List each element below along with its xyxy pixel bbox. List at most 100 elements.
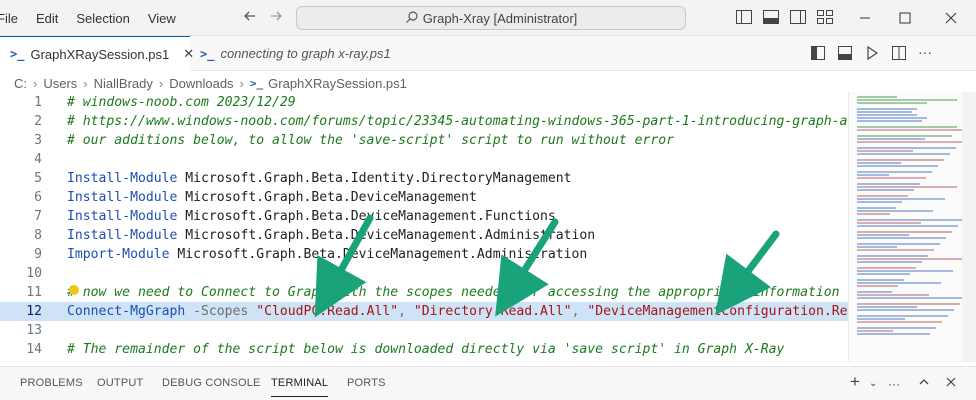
chevron-right-icon: › <box>83 75 88 91</box>
minimap-line <box>857 153 950 155</box>
breadcrumb-users[interactable]: Users <box>43 76 77 91</box>
tab-ports[interactable]: PORTS <box>347 377 386 389</box>
title-bar: File Edit Selection View Graph-Xray [Adm… <box>0 0 976 36</box>
tab-label: connecting to graph x-ray.ps1 <box>220 46 391 61</box>
code-text: Connect-MgGraph -Scopes "CloudPC.Read.Al… <box>67 302 871 321</box>
menu-file[interactable]: File <box>0 11 27 26</box>
minimap-line <box>857 165 938 167</box>
code-token: "DeviceManagementConfiguration.ReadW <box>587 304 872 319</box>
minimap-line <box>857 279 904 281</box>
code-line[interactable]: 12 Connect-MgGraph -Scopes "CloudPC.Read.… <box>0 302 871 321</box>
more-actions-icon[interactable]: ··· <box>918 45 936 61</box>
plus-icon[interactable]: + <box>850 372 860 392</box>
menu-bar: File Edit Selection View <box>0 0 185 36</box>
line-number: 7 <box>34 209 42 224</box>
toggle-secondary-sidebar-icon[interactable] <box>790 10 806 24</box>
menu-selection[interactable]: Selection <box>67 11 138 26</box>
code-token: Microsoft.Graph.Beta.DeviceManagement.Ad… <box>169 247 588 262</box>
code-line[interactable]: 14 # The remainder of the script below is… <box>0 340 848 359</box>
minimap-line <box>857 255 928 257</box>
minimap-line <box>857 318 905 320</box>
minimap-line <box>857 243 940 245</box>
code-line[interactable]: 1 # windows-noob.com 2023/12/29 <box>0 93 848 112</box>
split-editor-icon[interactable] <box>891 45 909 61</box>
code-line[interactable]: 7 Install-Module Microsoft.Graph.Beta.Dev… <box>0 207 848 226</box>
command-center-search[interactable]: Graph-Xray [Administrator] <box>296 6 686 30</box>
code-token: Install-Module <box>67 209 178 224</box>
minimap[interactable] <box>848 92 962 362</box>
code-line[interactable]: 10 <box>0 264 848 283</box>
toggle-panel-icon[interactable] <box>763 10 779 24</box>
minimap-line <box>857 231 952 233</box>
minimap-line <box>857 189 914 191</box>
line-number: 11 <box>26 285 42 300</box>
breadcrumb-downloads[interactable]: Downloads <box>169 76 233 91</box>
back-arrow-icon[interactable] <box>240 8 260 28</box>
editor-scrollbar[interactable] <box>962 92 976 362</box>
code-text: # The remainder of the script below is d… <box>67 340 784 359</box>
tab-debug-console[interactable]: DEBUG CONSOLE <box>162 377 261 389</box>
menu-view[interactable]: View <box>139 11 185 26</box>
tab-graphxraysession[interactable]: >_ GraphXRaySession.ps1 ✕ <box>0 36 194 71</box>
tab-connecting-to-graph[interactable]: >_ connecting to graph x-ray.ps1 <box>190 36 410 71</box>
code-editor[interactable]: 1 # windows-noob.com 2023/12/29 2 # https:/… <box>0 92 871 362</box>
code-line[interactable]: 6 Install-Module Microsoft.Graph.Beta.Dev… <box>0 188 848 207</box>
code-line[interactable]: 2 # https://www.windows-noob.com/forums/t… <box>0 112 871 131</box>
minimap-line <box>857 117 927 119</box>
toggle-panel-layout-icon[interactable] <box>810 45 828 61</box>
minimap-line <box>857 333 930 335</box>
minimap-line <box>857 327 936 329</box>
code-line[interactable]: 9 Import-Module Microsoft.Graph.Beta.Devi… <box>0 245 848 264</box>
breadcrumb-user[interactable]: NiallBrady <box>94 76 153 91</box>
minimap-line <box>857 285 898 287</box>
code-token: Connect-MgGraph <box>67 304 186 319</box>
maximize-icon[interactable] <box>882 0 928 36</box>
toggle-panel-bottom-icon[interactable] <box>837 45 855 61</box>
line-number: 5 <box>34 171 42 186</box>
menu-edit[interactable]: Edit <box>27 11 67 26</box>
minimap-line <box>857 114 917 116</box>
code-line[interactable]: 5 Install-Module Microsoft.Graph.Beta.Ide… <box>0 169 848 188</box>
code-line[interactable]: 3 # our additions below, to allow the 'sa… <box>0 131 848 150</box>
code-line[interactable]: 13 <box>0 321 848 340</box>
minimap-line <box>857 126 957 128</box>
chevron-down-icon[interactable]: ⌄ <box>869 378 877 389</box>
code-token: "Directory.Read.All" <box>413 304 572 319</box>
minimap-line <box>857 171 932 173</box>
tab-output[interactable]: OUTPUT <box>97 377 143 389</box>
line-number: 9 <box>34 247 42 262</box>
minimap-line <box>857 234 909 236</box>
close-icon[interactable] <box>945 375 957 391</box>
code-line[interactable]: 8 Install-Module Microsoft.Graph.Beta.Dev… <box>0 226 848 245</box>
customize-layout-icon[interactable] <box>817 10 833 24</box>
close-icon[interactable] <box>928 0 974 36</box>
code-token: # https://www.windows-noob.com/forums/to… <box>67 114 872 129</box>
minimap-line <box>857 222 921 224</box>
more-actions-icon[interactable]: ··· <box>888 377 900 391</box>
code-token: Microsoft.Graph.Beta.DeviceManagement.Ad… <box>177 228 596 243</box>
minimap-line <box>857 330 893 332</box>
code-text: # now we need to Connect to Graph with t… <box>67 283 840 302</box>
breadcrumb-file[interactable]: GraphXRaySession.ps1 <box>268 76 407 91</box>
code-line[interactable]: 4 <box>0 150 848 169</box>
minimap-line <box>857 213 890 215</box>
minimap-line <box>857 246 897 248</box>
tab-problems[interactable]: PROBLEMS <box>20 377 83 389</box>
code-text: Install-Module Microsoft.Graph.Beta.Devi… <box>67 226 595 245</box>
tab-terminal[interactable]: TERMINAL <box>271 377 329 397</box>
run-icon[interactable] <box>864 45 882 61</box>
line-number: 1 <box>34 95 42 110</box>
minimap-line <box>857 201 902 203</box>
minimap-line <box>857 249 934 251</box>
minimap-line <box>857 225 958 227</box>
toggle-primary-sidebar-icon[interactable] <box>736 10 752 24</box>
editor-tab-bar: >_ GraphXRaySession.ps1 ✕ >_ connecting … <box>0 36 976 71</box>
forward-arrow-icon[interactable] <box>266 8 286 28</box>
command-center-label: Graph-Xray [Administrator] <box>422 10 578 26</box>
minimap-line <box>857 261 922 263</box>
breadcrumb-drive[interactable]: C: <box>14 76 27 91</box>
line-number: 10 <box>26 266 42 281</box>
minimap-line <box>857 186 957 188</box>
code-line[interactable]: 11 # now we need to Connect to Graph with… <box>0 283 848 302</box>
chevron-up-icon[interactable] <box>918 375 930 391</box>
